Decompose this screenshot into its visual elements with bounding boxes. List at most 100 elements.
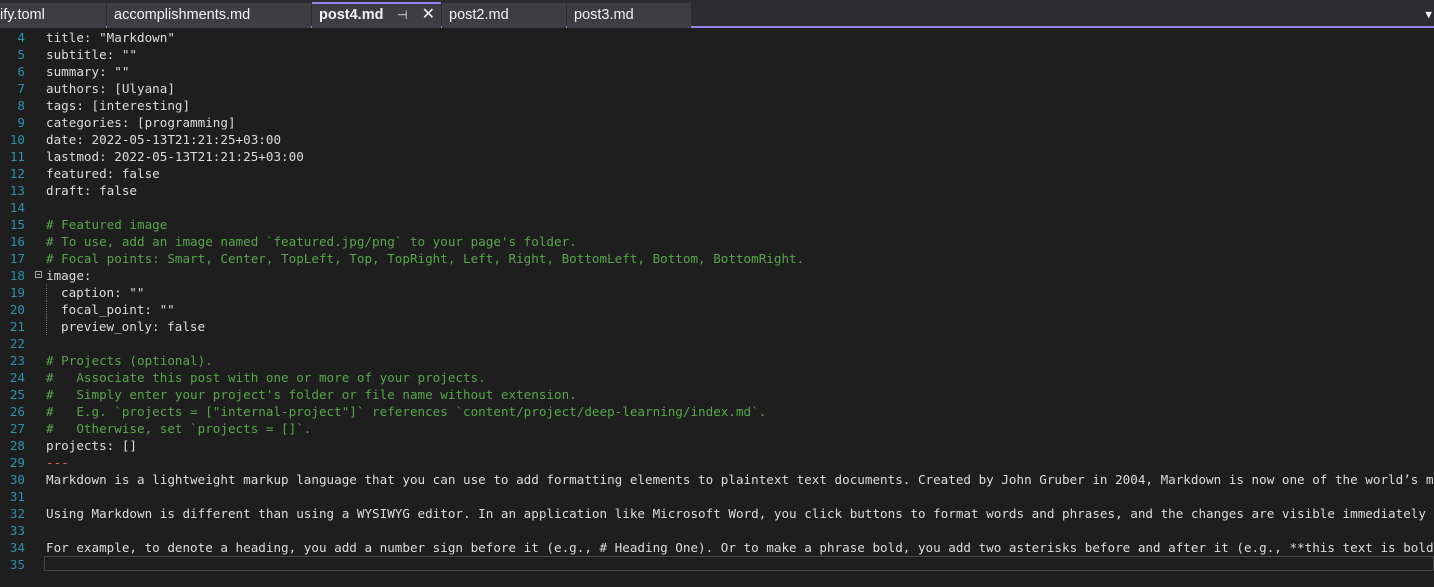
tab-label: accomplishments.md xyxy=(114,7,251,23)
code-text: draft: false xyxy=(46,183,137,198)
tab-label: post4.md xyxy=(319,7,384,23)
code-comment: # Focal points: Smart, Center, TopLeft, … xyxy=(46,251,805,266)
code-line[interactable]: 19 caption: "" xyxy=(0,284,1434,301)
line-number: 20 xyxy=(9,302,25,317)
line-number: 34 xyxy=(9,540,25,555)
tab-post4-md[interactable]: post4.md ⊣ ✕ xyxy=(312,2,441,28)
line-number: 33 xyxy=(9,523,25,538)
code-text: lastmod: 2022-05-13T21:21:25+03:00 xyxy=(46,149,304,164)
code-comment: # E.g. `projects = ["internal-project"]`… xyxy=(46,404,767,419)
code-comment: # Otherwise, set `projects = []`. xyxy=(46,421,312,436)
indent-guide xyxy=(46,301,47,318)
line-number: 16 xyxy=(9,234,25,249)
collapse-icon[interactable] xyxy=(35,271,42,278)
code-line[interactable]: 9 categories: [programming] xyxy=(0,114,1434,131)
line-number: 4 xyxy=(17,30,25,45)
line-number: 17 xyxy=(9,251,25,266)
code-line[interactable]: 33 xyxy=(0,522,1434,539)
code-text: title: "Markdown" xyxy=(46,30,175,45)
line-number: 8 xyxy=(17,98,25,113)
code-line[interactable]: 22 xyxy=(0,335,1434,352)
line-number: 11 xyxy=(9,149,25,164)
code-line[interactable]: 25 # Simply enter your project's folder o… xyxy=(0,386,1434,403)
line-number: 13 xyxy=(9,183,25,198)
code-comment: # Featured image xyxy=(46,217,168,232)
code-text: --- xyxy=(46,455,69,470)
code-line[interactable]: 6 summary: "" xyxy=(0,63,1434,80)
code-line[interactable]: 28 projects: [] xyxy=(0,437,1434,454)
line-number: 10 xyxy=(9,132,25,147)
line-number: 28 xyxy=(9,438,25,453)
code-line[interactable]: 26 # E.g. `projects = ["internal-project"… xyxy=(0,403,1434,420)
code-text: Using Markdown is different than using a… xyxy=(46,506,1426,521)
code-text: preview_only: false xyxy=(61,319,206,334)
line-number: 31 xyxy=(9,489,25,504)
line-number: 24 xyxy=(9,370,25,385)
code-text: focal_point: "" xyxy=(61,302,175,317)
code-line[interactable]: 11 lastmod: 2022-05-13T21:21:25+03:00 xyxy=(0,148,1434,165)
tab-label: post2.md xyxy=(449,7,509,23)
code-text: authors: [Ulyana] xyxy=(46,81,175,96)
code-line[interactable]: 29 --- xyxy=(0,454,1434,471)
line-number: 9 xyxy=(17,115,25,130)
code-editor[interactable]: 4 title: "Markdown" 5 subtitle: "" 6 summary:… xyxy=(0,28,1434,587)
line-number: 29 xyxy=(9,455,25,470)
chevron-down-icon[interactable]: ▼ xyxy=(1425,8,1432,21)
line-number: 18 xyxy=(9,268,25,283)
tab-accomplishments-md[interactable]: accomplishments.md xyxy=(107,3,311,28)
tab-label: post3.md xyxy=(574,7,634,23)
code-line[interactable]: 14 xyxy=(0,199,1434,216)
code-text: caption: "" xyxy=(61,285,145,300)
tab-post3-md[interactable]: post3.md xyxy=(567,3,691,28)
line-number: 21 xyxy=(9,319,25,334)
code-line[interactable]: 32 Using Markdown is different than using… xyxy=(0,505,1434,522)
tab-post2-md[interactable]: post2.md xyxy=(442,3,566,28)
code-text: date: 2022-05-13T21:21:25+03:00 xyxy=(46,132,282,147)
code-line[interactable]: 24 # Associate this post with one or more… xyxy=(0,369,1434,386)
line-number: 6 xyxy=(17,64,25,79)
close-icon[interactable]: ✕ xyxy=(422,4,435,26)
code-line[interactable]: 5 subtitle: "" xyxy=(0,46,1434,63)
line-number: 15 xyxy=(9,217,25,232)
code-comment: # Simply enter your project's folder or … xyxy=(46,387,577,402)
code-line[interactable]: 12 featured: false xyxy=(0,165,1434,182)
code-text: For example, to denote a heading, you ad… xyxy=(46,540,1434,555)
line-number: 25 xyxy=(9,387,25,402)
code-text: categories: [programming] xyxy=(46,115,236,130)
code-line[interactable]: 31 xyxy=(0,488,1434,505)
code-line[interactable]: 35 xyxy=(0,556,1434,573)
code-line[interactable]: 15 # Featured image xyxy=(0,216,1434,233)
code-comment: # Associate this post with one or more o… xyxy=(46,370,486,385)
code-line[interactable]: 27 # Otherwise, set `projects = []`. xyxy=(0,420,1434,437)
code-text: featured: false xyxy=(46,166,160,181)
code-line[interactable]: 17 # Focal points: Smart, Center, TopLeft… xyxy=(0,250,1434,267)
code-line[interactable]: 16 # To use, add an image named `featured… xyxy=(0,233,1434,250)
pin-icon[interactable]: ⊣ xyxy=(397,4,407,26)
tab-ify-toml[interactable]: ify.toml xyxy=(0,3,106,28)
line-number: 27 xyxy=(9,421,25,436)
line-number: 23 xyxy=(9,353,25,368)
code-text: image: xyxy=(46,268,92,283)
line-number: 22 xyxy=(9,336,25,351)
code-line[interactable]: 34 For example, to denote a heading, you … xyxy=(0,539,1434,556)
code-text: subtitle: "" xyxy=(46,47,137,62)
indent-guide xyxy=(46,284,47,301)
code-line[interactable]: 20 focal_point: "" xyxy=(0,301,1434,318)
code-text: Markdown is a lightweight markup languag… xyxy=(46,472,1434,487)
code-line[interactable]: 23 # Projects (optional). xyxy=(0,352,1434,369)
code-line[interactable]: 30 Markdown is a lightweight markup langu… xyxy=(0,471,1434,488)
code-line[interactable]: 21 preview_only: false xyxy=(0,318,1434,335)
code-line[interactable]: 18 image: xyxy=(0,267,1434,284)
code-line[interactable]: 13 draft: false xyxy=(0,182,1434,199)
code-line[interactable]: 4 title: "Markdown" xyxy=(0,29,1434,46)
code-line[interactable]: 7 authors: [Ulyana] xyxy=(0,80,1434,97)
code-text: tags: [interesting] xyxy=(46,98,191,113)
code-text: summary: "" xyxy=(46,64,130,79)
current-line-highlight xyxy=(44,556,1434,571)
code-line[interactable]: 8 tags: [interesting] xyxy=(0,97,1434,114)
line-number: 7 xyxy=(17,81,25,96)
line-number: 32 xyxy=(9,506,25,521)
code-comment: # To use, add an image named `featured.j… xyxy=(46,234,577,249)
line-number: 30 xyxy=(9,472,25,487)
code-line[interactable]: 10 date: 2022-05-13T21:21:25+03:00 xyxy=(0,131,1434,148)
